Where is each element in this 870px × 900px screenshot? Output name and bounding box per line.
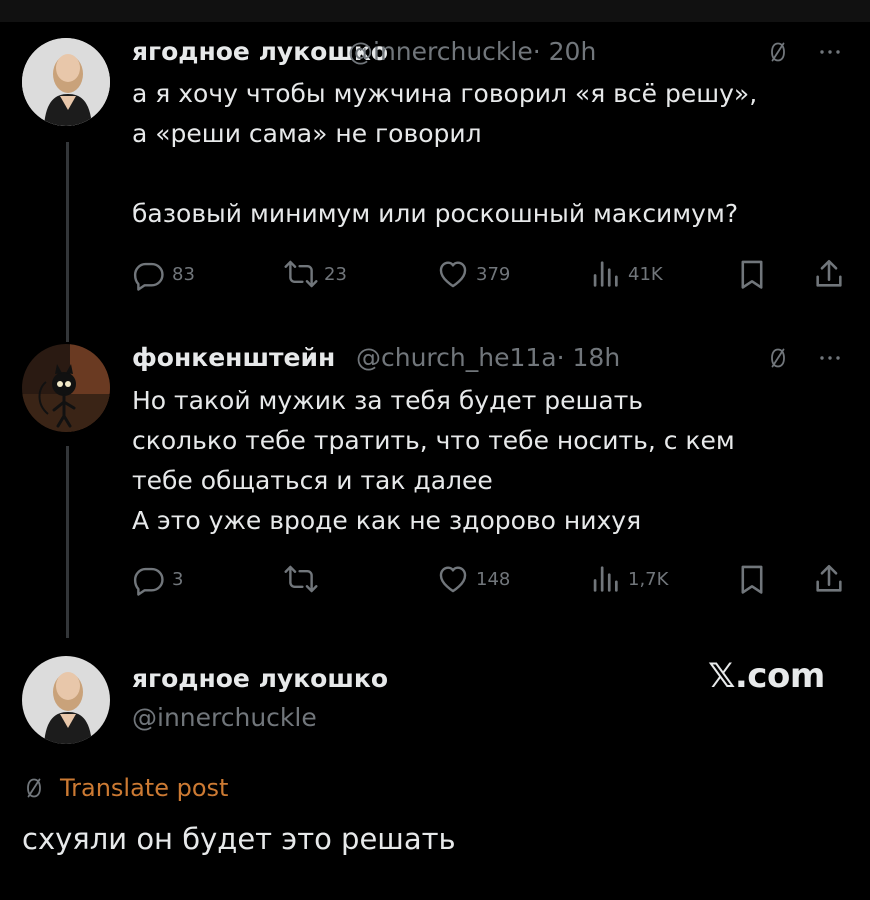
reply-button[interactable]: 83	[132, 257, 195, 291]
post-text-line: Но такой мужик за тебя будет решать	[132, 386, 644, 415]
thread-line	[66, 142, 69, 342]
views-count: 1,7K	[628, 568, 669, 590]
repost-button[interactable]: 23	[284, 257, 347, 291]
like-icon	[436, 562, 470, 596]
author-handle[interactable]: @church_he11a· 18h	[356, 343, 620, 372]
reply-icon	[132, 562, 166, 596]
post-text-line: базовый минимум или роскошный максимум?	[132, 199, 739, 228]
more-icon[interactable]	[818, 346, 842, 374]
repost-count: 23	[324, 263, 347, 285]
share-icon[interactable]	[812, 257, 846, 295]
author-handle[interactable]: @innerchuckle	[132, 703, 317, 732]
views-icon	[588, 562, 622, 596]
post-text: Но такой мужик за тебя будет решать скол…	[132, 381, 735, 541]
views-icon	[588, 257, 622, 291]
author-handle-text[interactable]: @church_he11a	[356, 343, 557, 372]
author-name[interactable]: фонкенштейн	[132, 343, 335, 372]
author-handle[interactable]: @innerchuckle· 20h	[348, 37, 596, 66]
post-text-line: А это уже вроде как не здорово нихуя	[132, 506, 642, 535]
translate-slash-icon[interactable]	[766, 346, 790, 374]
bookmark-icon[interactable]	[735, 257, 769, 295]
brand-logo: 𝕏.com	[708, 656, 825, 696]
repost-button[interactable]	[284, 562, 324, 596]
reply-count: 3	[172, 568, 184, 590]
post-time[interactable]: · 20h	[533, 37, 597, 66]
like-count: 379	[476, 263, 511, 285]
repost-icon	[284, 257, 318, 291]
post-time[interactable]: · 18h	[557, 343, 621, 372]
post-text: а я хочу чтобы мужчина говорил «я всё ре…	[132, 74, 757, 234]
post-text-line: а я хочу чтобы мужчина говорил «я всё ре…	[132, 79, 758, 108]
thread-line	[66, 446, 69, 638]
views-button[interactable]: 41K	[588, 257, 663, 291]
translate-post-link[interactable]: Translate post	[22, 774, 228, 802]
like-button[interactable]: 379	[436, 257, 510, 291]
like-button[interactable]: 148	[436, 562, 510, 596]
like-count: 148	[476, 568, 511, 590]
translate-slash-icon	[22, 776, 46, 800]
post-text-line: тебе общаться и так далее	[132, 466, 493, 495]
author-name[interactable]: ягодное лукошко	[132, 664, 388, 693]
avatar[interactable]	[22, 656, 110, 744]
post-text-line	[132, 154, 757, 194]
post-text-line: а «реши сама» не говорил	[132, 119, 482, 148]
reply-icon	[132, 257, 166, 291]
reply-count: 83	[172, 263, 195, 285]
translate-slash-icon[interactable]	[766, 40, 790, 68]
bookmark-icon[interactable]	[735, 562, 769, 600]
post-text-line: сколько тебе тратить, что тебе носить, с…	[132, 426, 735, 455]
like-icon	[436, 257, 470, 291]
reply-button[interactable]: 3	[132, 562, 183, 596]
repost-icon	[284, 562, 318, 596]
status-strip	[0, 0, 870, 22]
avatar[interactable]	[22, 344, 110, 432]
views-count: 41K	[628, 263, 663, 285]
avatar[interactable]	[22, 38, 110, 126]
views-button[interactable]: 1,7K	[588, 562, 668, 596]
more-icon[interactable]	[818, 40, 842, 68]
author-handle-text[interactable]: @innerchuckle	[348, 37, 533, 66]
reply-post-text: схуяли он будет это решать	[22, 822, 456, 856]
translate-post-label[interactable]: Translate post	[60, 774, 228, 802]
share-icon[interactable]	[812, 562, 846, 600]
